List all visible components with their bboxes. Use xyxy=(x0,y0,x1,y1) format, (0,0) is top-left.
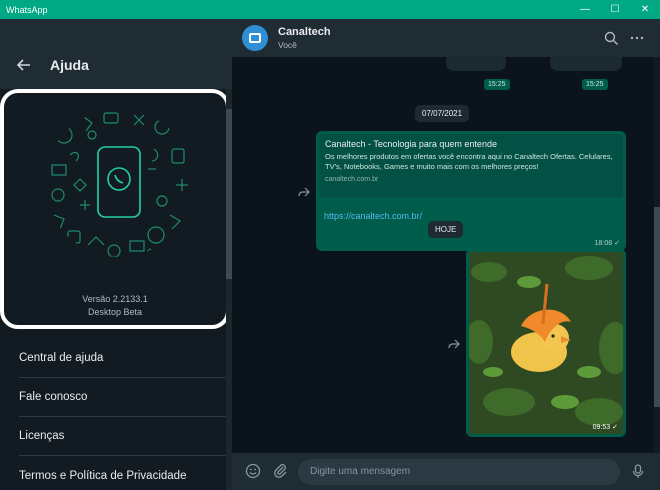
link-preview-card[interactable]: Canaltech - Tecnologia para quem entende… xyxy=(319,134,623,198)
help-illustration-card: Versão 2.2133.1 Desktop Beta xyxy=(0,89,230,329)
avatar[interactable] xyxy=(242,25,268,51)
help-title: Ajuda xyxy=(50,57,89,73)
chat-name: Canaltech xyxy=(278,26,331,38)
emoji-icon[interactable] xyxy=(245,463,261,479)
message-time-text: 09:53 xyxy=(592,424,611,431)
previous-message xyxy=(446,57,506,71)
message-time-text: 18:08 xyxy=(594,240,613,247)
date-chip: 07/07/2021 xyxy=(415,105,470,122)
forward-icon[interactable] xyxy=(298,187,310,197)
chat-header[interactable]: Canaltech Você xyxy=(232,19,660,57)
message-list[interactable]: 15:25 15:25 07/07/2021 Canaltech - Tecno… xyxy=(232,57,654,453)
title-bar: WhatsApp — ☐ ✕ xyxy=(0,0,660,19)
window-title: WhatsApp xyxy=(6,4,48,15)
forward-icon[interactable] xyxy=(448,339,460,349)
message-input[interactable]: Digite uma mensagem xyxy=(298,459,620,485)
message-link[interactable]: https://canaltech.com.br/ xyxy=(324,211,422,221)
whatsapp-doodle-icon xyxy=(51,112,188,257)
previous-message xyxy=(550,57,622,71)
photo-thumbnail[interactable] xyxy=(465,252,631,434)
chat-scroll-thumb[interactable] xyxy=(654,207,660,407)
link-message[interactable]: Canaltech - Tecnologia para quem entende… xyxy=(316,131,626,251)
menu-contact-us[interactable]: Fale conosco xyxy=(19,378,226,417)
minimize-button[interactable]: — xyxy=(570,0,600,19)
edition-text: Desktop Beta xyxy=(87,307,143,317)
help-header: Ajuda xyxy=(0,19,232,89)
chat-panel: Canaltech Você 15:25 15:25 07/07/2021 Ca… xyxy=(232,19,660,490)
more-options-icon[interactable] xyxy=(629,30,645,46)
maximize-button[interactable]: ☐ xyxy=(600,0,630,19)
microphone-icon[interactable] xyxy=(630,463,646,479)
composer-bar: Digite uma mensagem xyxy=(232,453,660,490)
link-preview-domain: canaltech.com.br xyxy=(325,176,379,183)
message-time: 18:08 ✓ xyxy=(594,240,620,247)
link-preview-title: Canaltech - Tecnologia para quem entende xyxy=(325,139,497,149)
version-text: Versão 2.2133.1 xyxy=(82,294,148,304)
message-time: 09:53 ✓ xyxy=(592,424,618,431)
message-time: 15:25 xyxy=(582,79,608,90)
help-menu: Central de ajuda Fale conosco Licenças T… xyxy=(0,339,226,490)
chat-subtitle: Você xyxy=(278,40,297,50)
search-icon[interactable] xyxy=(603,30,619,46)
canaltech-logo-icon xyxy=(249,33,261,43)
today-chip: HOJE xyxy=(428,221,464,238)
back-arrow-icon[interactable] xyxy=(16,57,32,73)
photo-message[interactable]: 09:53 ✓ xyxy=(465,249,631,437)
help-panel: Ajuda Versão 2.2133.1 Desktop Beta Centr… xyxy=(0,19,232,490)
menu-terms-privacy[interactable]: Termos e Política de Privacidade xyxy=(19,456,226,490)
attach-icon[interactable] xyxy=(272,463,288,479)
chat-scrollbar[interactable] xyxy=(654,57,660,453)
menu-help-center[interactable]: Central de ajuda xyxy=(19,339,226,378)
menu-licenses[interactable]: Licenças xyxy=(19,417,226,456)
link-preview-description: Os melhores produtos em ofertas você enc… xyxy=(325,152,613,171)
close-button[interactable]: ✕ xyxy=(630,0,660,19)
message-time: 15:25 xyxy=(484,79,510,90)
